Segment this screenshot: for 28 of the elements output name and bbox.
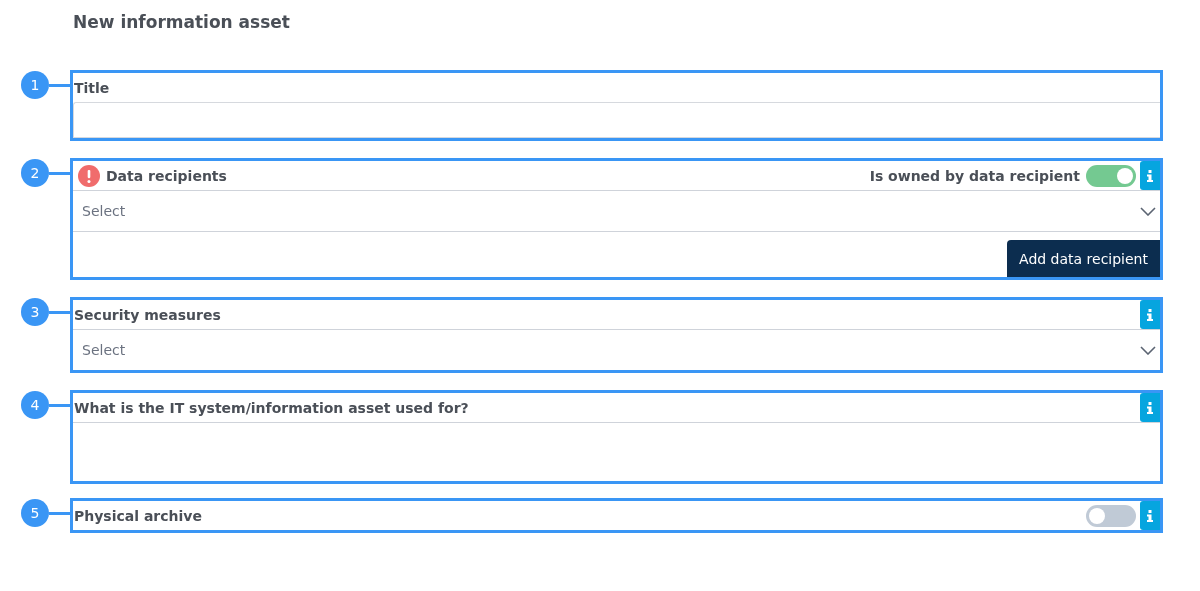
select-dropdown[interactable]: Select bbox=[73, 330, 1160, 370]
info-button[interactable] bbox=[1140, 300, 1160, 329]
toggle-switch[interactable] bbox=[1086, 504, 1136, 527]
select-dropdown[interactable]: Select bbox=[73, 191, 1160, 232]
chevron-down-icon bbox=[1140, 206, 1156, 216]
step-number-badge: 3 bbox=[21, 298, 49, 326]
info-icon bbox=[1147, 308, 1153, 321]
info-button[interactable] bbox=[1140, 393, 1160, 422]
field-label: Data recipients bbox=[106, 167, 227, 184]
field-label: What is the IT system/information asset used for? bbox=[74, 399, 469, 416]
info-icon bbox=[1147, 169, 1153, 182]
step-number-badge: 4 bbox=[21, 391, 49, 419]
info-icon bbox=[1147, 401, 1153, 414]
field-label: Physical archive bbox=[74, 507, 202, 524]
step-number-badge: 2 bbox=[21, 159, 49, 187]
toggle-switch[interactable] bbox=[1086, 164, 1136, 187]
text-input-field[interactable] bbox=[73, 102, 1160, 138]
step-number-badge: 1 bbox=[21, 71, 49, 99]
info-icon bbox=[1147, 509, 1153, 522]
step-number-badge: 5 bbox=[21, 499, 49, 527]
info-button[interactable] bbox=[1140, 501, 1160, 530]
page-title: New information asset bbox=[73, 12, 291, 34]
field-label: Title bbox=[74, 79, 110, 96]
chevron-down-icon bbox=[1140, 345, 1156, 355]
toggle-label: Is owned by data recipient bbox=[869, 167, 1080, 184]
add-data-recipient-button[interactable]: Add data recipient bbox=[1007, 240, 1160, 277]
info-button[interactable] bbox=[1140, 161, 1160, 190]
field-label: Security measures bbox=[74, 306, 221, 323]
